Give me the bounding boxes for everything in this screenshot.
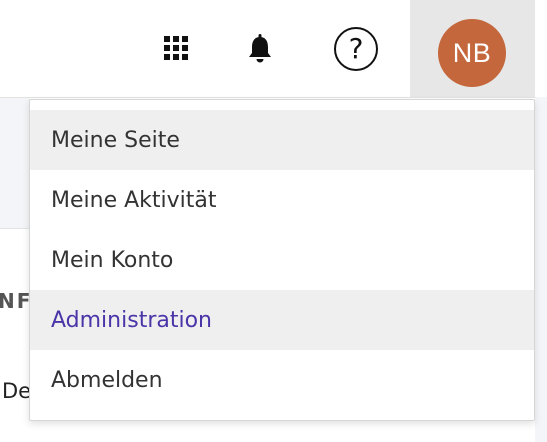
user-dropdown-menu: Meine Seite Meine Aktivität Mein Konto A…	[29, 99, 535, 421]
menu-item-abmelden[interactable]: Abmelden	[30, 350, 534, 410]
notifications-button[interactable]	[236, 28, 284, 68]
background-panel	[0, 98, 30, 229]
background-text-fragment: De	[2, 379, 32, 403]
background-heading-fragment: NF	[0, 289, 33, 313]
menu-item-label: Abmelden	[51, 367, 163, 393]
avatar-initials: NB	[452, 37, 492, 68]
menu-item-label: Mein Konto	[51, 247, 174, 273]
user-menu-toggle[interactable]: NB	[410, 0, 535, 97]
help-glyph: ?	[348, 32, 364, 65]
menu-item-administration[interactable]: Administration	[30, 290, 534, 350]
question-circle-icon: ?	[334, 27, 378, 71]
menu-item-label: Meine Seite	[51, 127, 180, 153]
help-button[interactable]: ?	[329, 22, 383, 76]
menu-item-label: Administration	[51, 307, 212, 333]
avatar: NB	[438, 19, 506, 87]
bell-icon	[249, 34, 271, 63]
right-edge-panel	[535, 97, 547, 442]
menu-item-meine-aktivitaet[interactable]: Meine Aktivität	[30, 170, 534, 230]
menu-item-meine-seite[interactable]: Meine Seite	[30, 110, 534, 170]
menu-item-mein-konto[interactable]: Mein Konto	[30, 230, 534, 290]
apps-button[interactable]	[152, 28, 200, 68]
grid-icon	[164, 36, 188, 60]
menu-item-label: Meine Aktivität	[51, 187, 217, 213]
